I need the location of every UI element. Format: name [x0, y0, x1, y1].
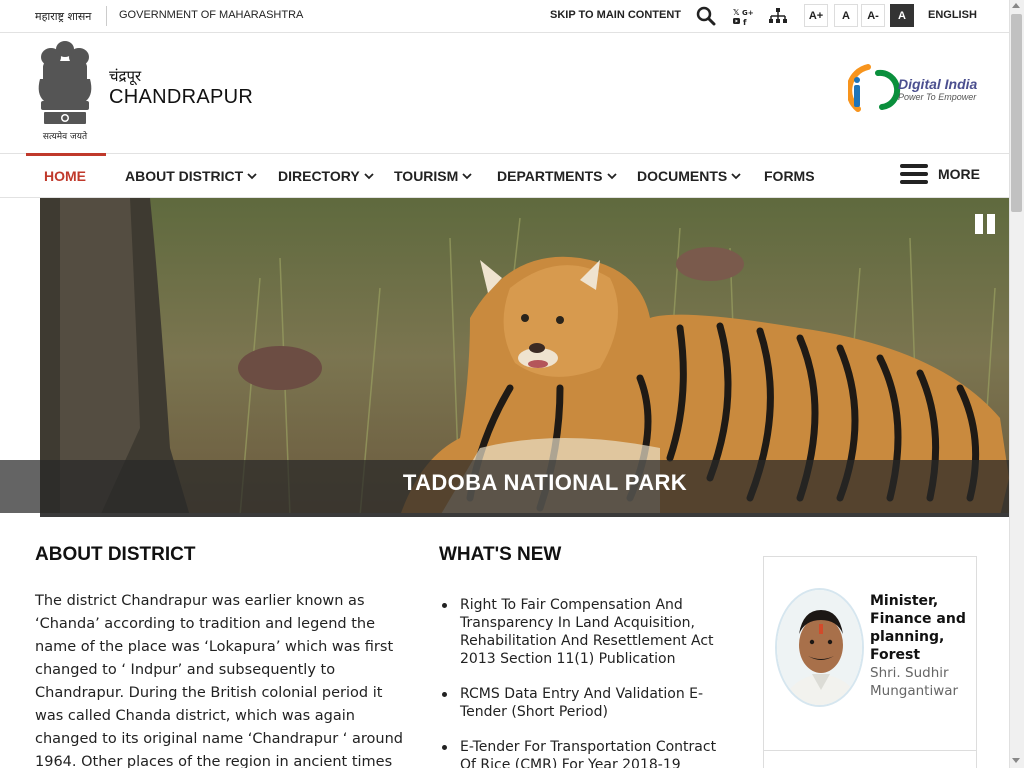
hamburger-menu-icon — [900, 164, 928, 184]
skip-to-main-content-link[interactable]: SKIP TO MAIN CONTENT — [550, 9, 681, 21]
chevron-down-icon — [606, 172, 617, 179]
site-header: सत्यमेव जयते चंद्रपूर CHANDRAPUR Digital… — [0, 33, 1009, 153]
nav-item-label: DIRECTORY — [278, 168, 360, 184]
nav-item-label: DEPARTMENTS — [497, 168, 603, 184]
about-district-text: The district Chandrapur was earlier know… — [35, 593, 403, 768]
digital-india-title: Digital India — [898, 76, 978, 92]
whats-new-list: Right To Fair Compensation And Transpare… — [440, 596, 730, 768]
news-item[interactable]: E-Tender For Transportation Contract Of … — [440, 738, 730, 768]
gov-name-english[interactable]: GOVERNMENT OF MAHARASHTRA — [119, 9, 303, 21]
nav-item-label: TOURISM — [394, 168, 459, 184]
font-decrease-button[interactable]: A- — [861, 4, 885, 27]
social-media-icon[interactable]: 𝕏 G+ f — [730, 5, 754, 27]
nav-item-documents[interactable]: DOCUMENTS — [637, 168, 741, 184]
nav-item-about-district[interactable]: ABOUT DISTRICT — [125, 168, 257, 184]
topbar-divider — [106, 6, 107, 26]
minister-photo — [775, 588, 864, 707]
scrollbar-thumb[interactable] — [1011, 14, 1022, 212]
gov-name-hindi[interactable]: महाराष्ट्र शासन — [35, 9, 91, 24]
digital-india-tagline: Power To Empower — [898, 92, 977, 102]
chevron-down-icon — [364, 172, 374, 179]
nav-item-label: DOCUMENTS — [637, 168, 728, 184]
scroll-down-arrow-icon[interactable] — [1012, 758, 1020, 763]
main-navigation: HOME ABOUT DISTRICT DIRECTORY TOURISM DE… — [0, 153, 1009, 198]
news-item[interactable]: RCMS Data Entry And Validation E-Tender … — [440, 685, 730, 721]
minister-role: Minister, Finance and planning, Forest — [870, 593, 966, 663]
nav-item-home[interactable]: HOME — [44, 168, 86, 184]
svg-text:𝕏: 𝕏 — [733, 8, 740, 17]
nav-item-directory[interactable]: DIRECTORY — [278, 168, 374, 184]
site-title-hindi[interactable]: चंद्रपूर — [109, 66, 141, 86]
minister-name: Shri. Sudhir Mungantiwar — [870, 665, 959, 699]
active-nav-indicator — [26, 153, 106, 156]
pause-icon[interactable] — [974, 213, 996, 235]
emblem-motto: सत्यमेव जयते — [43, 130, 88, 142]
news-item[interactable]: Right To Fair Compensation And Transpare… — [440, 596, 730, 668]
nav-item-departments[interactable]: DEPARTMENTS — [497, 168, 617, 184]
gov-topbar: महाराष्ट्र शासन GOVERNMENT OF MAHARASHTR… — [0, 0, 1009, 33]
svg-text:G+: G+ — [742, 9, 753, 17]
high-contrast-button[interactable]: A — [890, 4, 914, 27]
nav-item-forms[interactable]: FORMS — [764, 168, 815, 184]
whats-new-heading: WHAT'S NEW — [439, 544, 562, 565]
nav-item-tourism[interactable]: TOURISM — [394, 168, 472, 184]
nav-item-label: FORMS — [764, 168, 815, 184]
language-select[interactable]: ENGLISH — [928, 9, 977, 21]
national-emblem-logo[interactable]: सत्यमेव जयते — [34, 39, 96, 145]
chevron-down-icon — [462, 172, 472, 179]
scroll-up-arrow-icon[interactable] — [1012, 3, 1020, 8]
chevron-down-icon — [731, 172, 741, 179]
nav-item-label: ABOUT DISTRICT — [125, 168, 244, 184]
nav-item-label: HOME — [44, 168, 86, 184]
font-increase-button[interactable]: A+ — [804, 4, 828, 27]
sitemap-icon[interactable] — [766, 5, 790, 27]
chevron-down-icon — [247, 172, 257, 179]
site-title-english[interactable]: CHANDRAPUR — [109, 86, 253, 109]
svg-text:f: f — [743, 18, 747, 26]
font-normal-button[interactable]: A — [834, 4, 858, 27]
more-menu-button[interactable]: MORE — [900, 163, 980, 185]
slide-caption[interactable]: TADOBA NATIONAL PARK — [0, 470, 1024, 496]
card-divider — [764, 750, 976, 751]
slider-bottom-edge — [40, 513, 1009, 517]
search-icon[interactable] — [694, 5, 718, 27]
more-menu-label: MORE — [938, 166, 980, 182]
about-district-heading: ABOUT DISTRICT — [35, 544, 196, 565]
minister-card: Minister, Finance and planning, Forest S… — [763, 556, 977, 768]
